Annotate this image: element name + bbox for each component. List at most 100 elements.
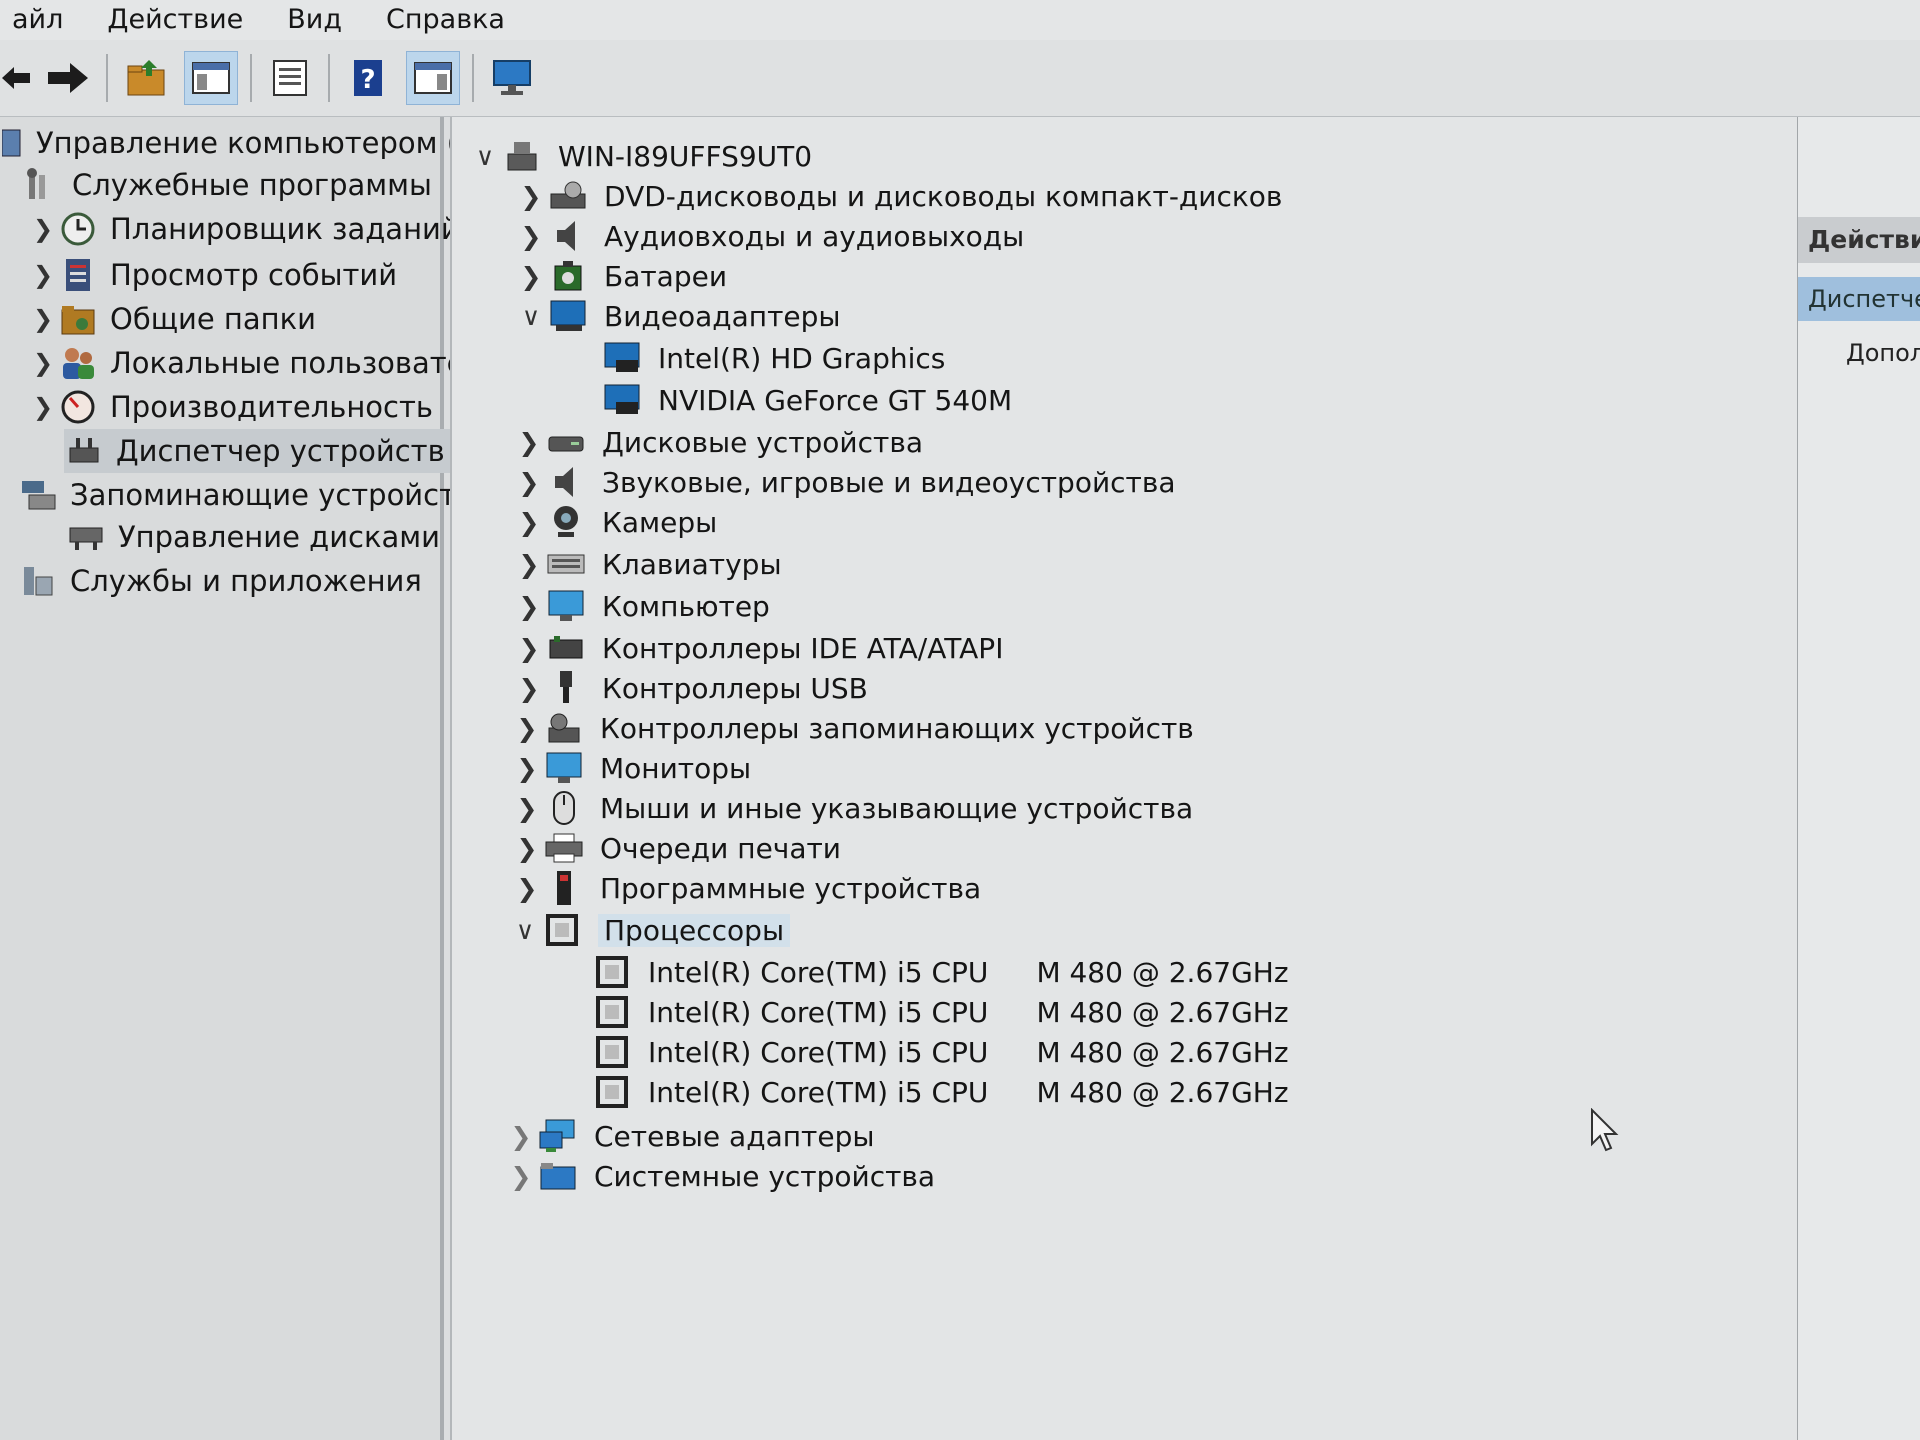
tree-node-cpu[interactable]: Intel(R) Core(TM) i5 CPU M 480 @ 2.67GHz	[592, 1033, 1289, 1071]
chevron-right-icon[interactable]: ❯	[512, 592, 546, 621]
tree-node-label: Компьютер	[602, 589, 770, 623]
tree-node-computer[interactable]: ∨ WIN-I89UFFS9UT0	[468, 137, 812, 175]
chevron-down-icon[interactable]: ∨	[514, 302, 548, 331]
disk-drive-icon	[546, 424, 586, 460]
chevron-right-icon[interactable]: ❯	[28, 349, 58, 377]
tree-item-label: Планировщик заданий	[110, 212, 460, 246]
tree-item-shared-folders[interactable]: ❯ Общие папки	[28, 297, 316, 341]
tree-node-cpu[interactable]: Intel(R) Core(TM) i5 CPU M 480 @ 2.67GHz	[592, 993, 1289, 1031]
up-folder-button[interactable]	[120, 52, 172, 104]
tree-node-ide[interactable]: ❯ Контроллеры IDE ATA/ATAPI	[512, 629, 1004, 667]
tree-node-label: Аудиовходы и аудиовыходы	[604, 219, 1025, 253]
tree-item-disk-management[interactable]: Управление дисками	[66, 515, 440, 559]
tree-node-network[interactable]: ❯ Сетевые адаптеры	[504, 1117, 874, 1155]
printer-icon	[544, 830, 584, 866]
tree-item-storage[interactable]: Запоминающие устройст	[18, 473, 456, 517]
properties-button[interactable]	[264, 52, 316, 104]
back-button[interactable]	[0, 52, 30, 104]
show-hide-tree-button[interactable]	[184, 51, 238, 105]
tree-node-label: Контроллеры USB	[602, 671, 868, 705]
chevron-right-icon[interactable]: ❯	[510, 834, 544, 863]
chevron-down-icon[interactable]: ∨	[508, 916, 542, 945]
chevron-right-icon[interactable]: ❯	[28, 305, 58, 333]
tree-item-task-scheduler[interactable]: ❯ Планировщик заданий	[28, 207, 460, 251]
toolbar: ?	[0, 40, 1920, 117]
cpu-detail: M 480 @ 2.67GHz	[1036, 995, 1289, 1029]
chevron-right-icon[interactable]: ❯	[504, 1122, 538, 1151]
chevron-right-icon[interactable]: ❯	[512, 634, 546, 663]
tree-item-label: Диспетчер устройств	[116, 434, 445, 468]
tree-node-system[interactable]: ❯ Системные устройства	[504, 1157, 936, 1195]
chevron-right-icon[interactable]: ❯	[510, 714, 544, 743]
tree-node-batteries[interactable]: ❯ Батареи	[514, 257, 728, 295]
monitor-button[interactable]	[486, 52, 538, 104]
help-button[interactable]: ?	[342, 52, 394, 104]
tree-node-gpu-nvidia[interactable]: NVIDIA GeForce GT 540M	[602, 381, 1012, 419]
tree-item-device-manager[interactable]: Диспетчер устройств	[64, 429, 459, 473]
menu-file[interactable]: айл	[0, 0, 85, 40]
chevron-right-icon[interactable]: ❯	[28, 393, 58, 421]
chevron-right-icon[interactable]: ❯	[514, 262, 548, 291]
chevron-right-icon[interactable]: ❯	[512, 508, 546, 537]
tree-node-usb[interactable]: ❯ Контроллеры USB	[512, 669, 868, 707]
tree-node-dvd[interactable]: ❯ DVD-дисководы и дисководы компакт-диск…	[514, 177, 1283, 215]
processor-icon	[592, 994, 632, 1030]
tree-item-performance[interactable]: ❯ Производительность	[28, 385, 433, 429]
tree-node-cpu[interactable]: Intel(R) Core(TM) i5 CPU M 480 @ 2.67GHz	[592, 1073, 1289, 1111]
chevron-right-icon[interactable]: ❯	[514, 222, 548, 251]
tree-item-services-apps[interactable]: Службы и приложения	[18, 559, 422, 603]
tree-node-processors[interactable]: ∨ Процессоры	[508, 911, 791, 949]
tree-node-monitors[interactable]: ❯ Мониторы	[510, 749, 752, 787]
actions-more-link[interactable]: Допол	[1846, 339, 1920, 367]
up-folder-icon	[127, 60, 165, 96]
chevron-down-icon[interactable]: ∨	[468, 142, 502, 171]
menu-help[interactable]: Справка	[364, 0, 527, 40]
tree-item-system-tools[interactable]: Служебные программы	[20, 163, 432, 207]
console-tree: Управление компьютером (л Служебные прог…	[0, 117, 477, 1440]
chevron-right-icon[interactable]: ❯	[28, 215, 58, 243]
chevron-right-icon[interactable]: ❯	[510, 754, 544, 783]
tree-node-sound[interactable]: ❯ Звуковые, игровые и видеоустройства	[512, 463, 1176, 501]
actions-pane: Действия Диспетчер Допол	[1798, 117, 1920, 1440]
chevron-right-icon[interactable]: ❯	[512, 674, 546, 703]
chevron-right-icon[interactable]: ❯	[512, 550, 546, 579]
ide-controller-icon	[546, 630, 586, 666]
toolbar-separator	[472, 54, 474, 102]
menu-action[interactable]: Действие	[85, 0, 265, 40]
tree-node-print-queues[interactable]: ❯ Очереди печати	[510, 829, 842, 867]
action-pane-button[interactable]	[406, 51, 460, 105]
tree-node-audio-io[interactable]: ❯ Аудиовходы и аудиовыходы	[514, 217, 1025, 255]
chevron-right-icon[interactable]: ❯	[514, 182, 548, 211]
tree-item-local-users[interactable]: ❯ Локальные пользовате	[28, 341, 465, 385]
actions-selected-item[interactable]: Диспетчер	[1798, 277, 1920, 321]
tree-node-disk-drives[interactable]: ❯ Дисковые устройства	[512, 423, 923, 461]
chevron-right-icon[interactable]: ❯	[512, 428, 546, 457]
chevron-right-icon[interactable]: ❯	[510, 874, 544, 903]
services-icon	[18, 562, 58, 600]
display-adapter-icon	[548, 298, 588, 334]
chevron-right-icon[interactable]: ❯	[504, 1162, 538, 1191]
tree-node-keyboards[interactable]: ❯ Клавиатуры	[512, 545, 782, 583]
cpu-name: Intel(R) Core(TM) i5 CPU	[648, 995, 989, 1029]
help-icon: ?	[354, 60, 382, 96]
menu-bar: айл Действие Вид Справка	[0, 0, 1920, 40]
forward-button[interactable]	[42, 52, 94, 104]
tree-node-cameras[interactable]: ❯ Камеры	[512, 503, 718, 541]
tree-node-cpu[interactable]: Intel(R) Core(TM) i5 CPU M 480 @ 2.67GHz	[592, 953, 1289, 991]
shared-folder-icon	[58, 300, 98, 338]
tree-node-gpu-intel[interactable]: Intel(R) HD Graphics	[602, 339, 945, 377]
tree-item-event-viewer[interactable]: ❯ Просмотр событий	[28, 253, 397, 297]
tree-node-storage-controllers[interactable]: ❯ Контроллеры запоминающих устройств	[510, 709, 1194, 747]
tree-node-mice[interactable]: ❯ Мыши и иные указывающие устройства	[510, 789, 1193, 827]
tree-node-software-devices[interactable]: ❯ Программные устройства	[510, 869, 981, 907]
chevron-right-icon[interactable]: ❯	[28, 261, 58, 289]
storage-controller-icon	[544, 710, 584, 746]
show-action-pane-icon	[414, 62, 452, 94]
chevron-right-icon[interactable]: ❯	[512, 468, 546, 497]
tree-node-computer-category[interactable]: ❯ Компьютер	[512, 587, 770, 625]
menu-view[interactable]: Вид	[265, 0, 364, 40]
chevron-right-icon[interactable]: ❯	[510, 794, 544, 823]
tree-node-display-adapters[interactable]: ∨ Видеоадаптеры	[514, 297, 841, 335]
keyboard-icon	[546, 546, 586, 582]
tree-root[interactable]: Управление компьютером (л	[0, 121, 477, 165]
